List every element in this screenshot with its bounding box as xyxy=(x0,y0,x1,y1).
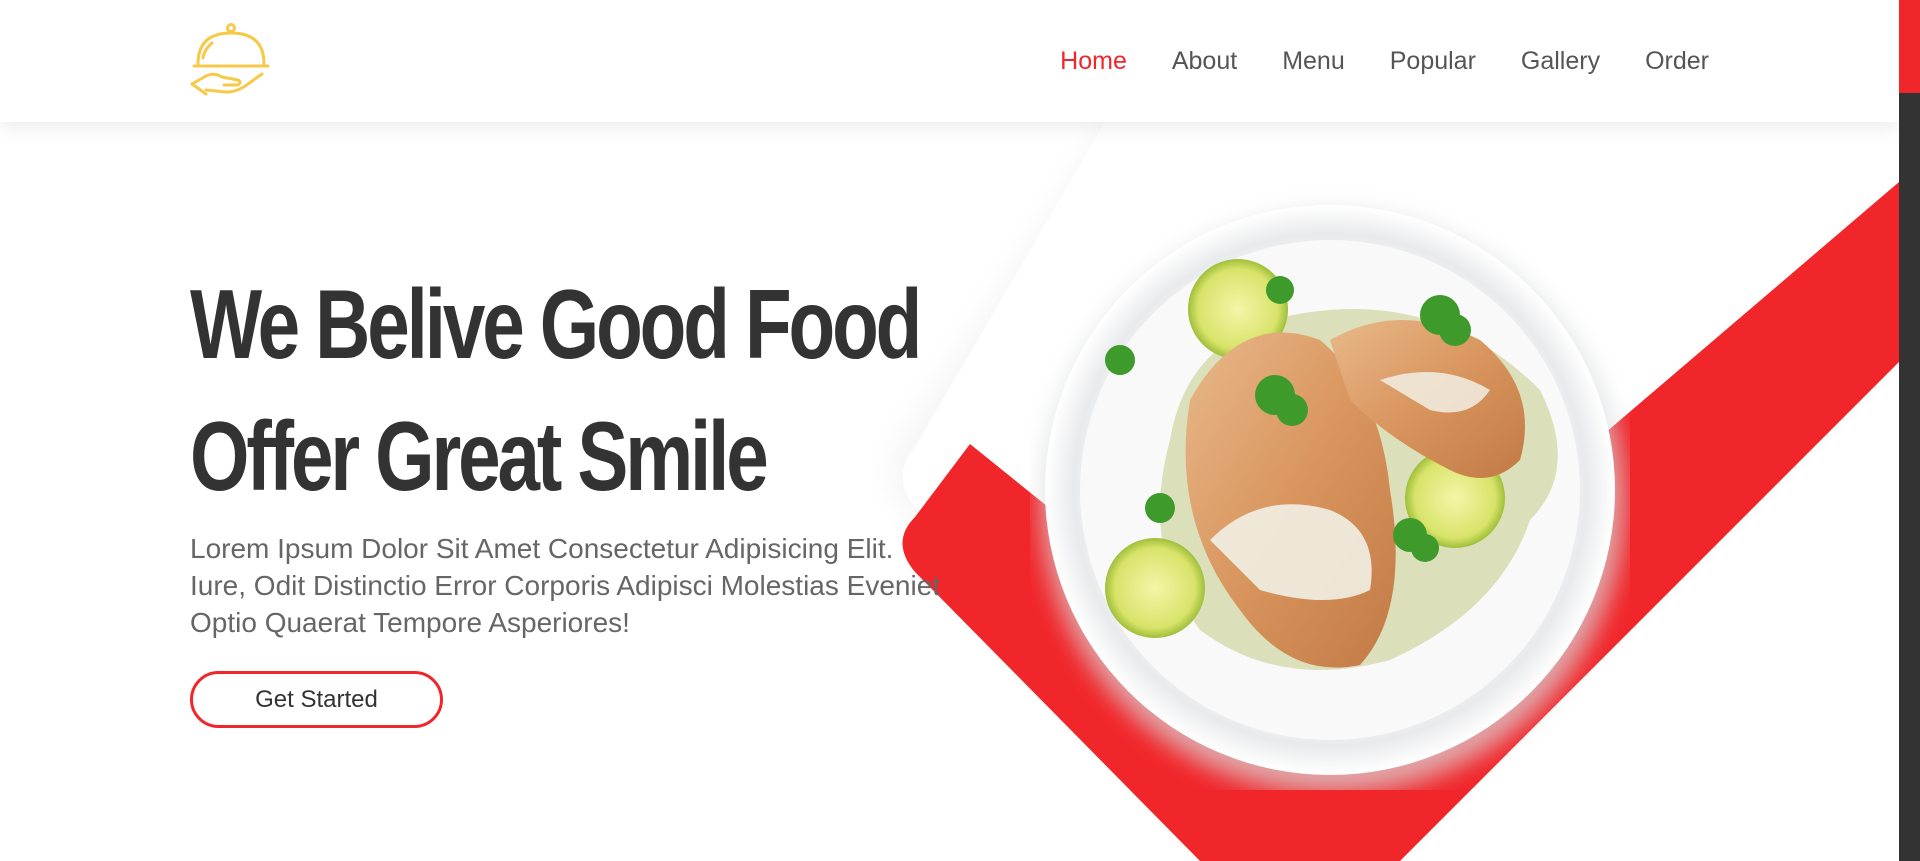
scrollbar-thumb[interactable] xyxy=(1899,0,1920,93)
nav-item-menu[interactable]: Menu xyxy=(1282,44,1345,78)
get-started-button[interactable]: Get Started xyxy=(190,671,443,728)
page: Home About Menu Popular Gallery Order We… xyxy=(0,0,1920,861)
nav-item-home[interactable]: Home xyxy=(1060,44,1127,78)
page-scrollbar[interactable] xyxy=(1899,0,1920,861)
hero-description: Lorem Ipsum Dolor Sit Amet Consectetur A… xyxy=(190,533,941,638)
hero-title-line-2: Offer Great Smile xyxy=(190,401,769,511)
main-nav: Home About Menu Popular Gallery Order xyxy=(1015,44,1709,78)
hero-title-line-1: We Belive Good Food xyxy=(190,269,922,379)
nav-item-popular[interactable]: Popular xyxy=(1390,44,1476,78)
hero-heading: We Belive Good Food Offer Great Smile xyxy=(190,258,1125,522)
nav-item-about[interactable]: About xyxy=(1172,44,1237,78)
serving-cloche-icon[interactable] xyxy=(190,22,272,98)
nav-item-gallery[interactable]: Gallery xyxy=(1521,44,1600,78)
site-header: Home About Menu Popular Gallery Order xyxy=(0,0,1899,122)
nav-item-order[interactable]: Order xyxy=(1645,44,1709,78)
